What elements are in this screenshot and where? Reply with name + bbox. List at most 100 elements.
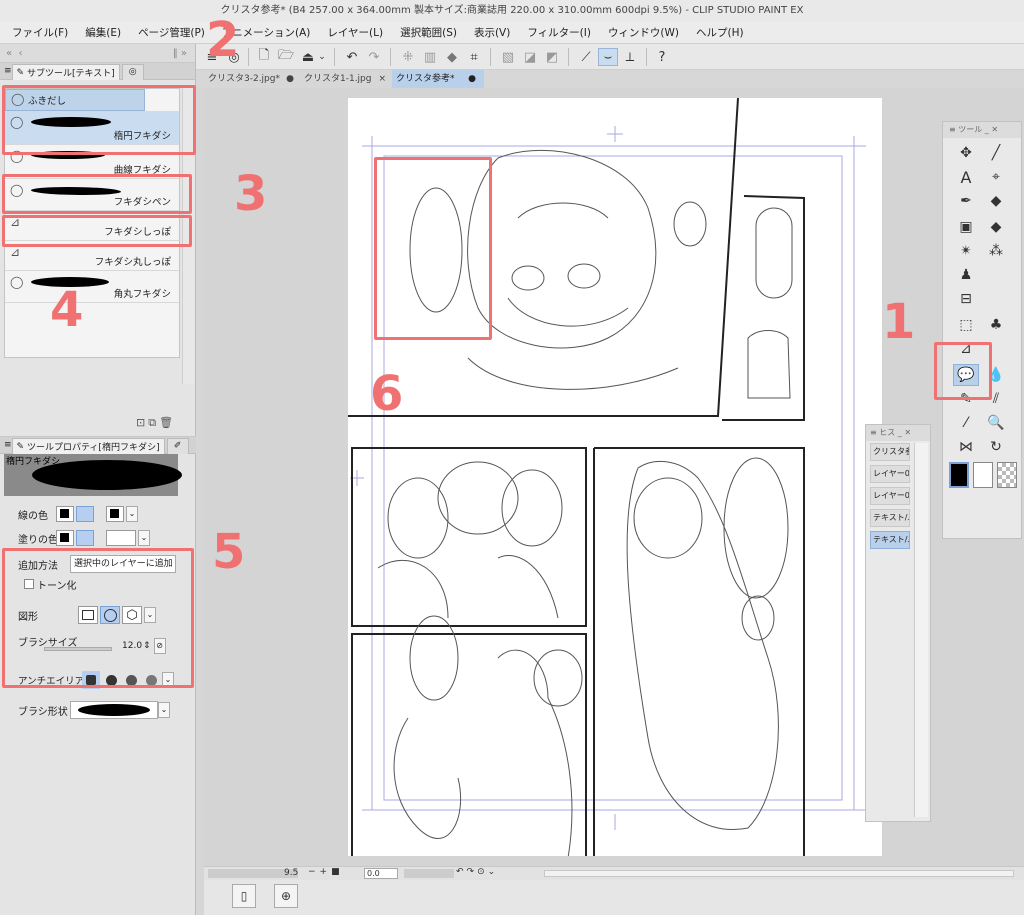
decoration-icon[interactable]: ♣ xyxy=(983,314,1009,336)
undo-icon[interactable]: ↶ xyxy=(342,48,362,66)
blend-icon[interactable]: ⁂ xyxy=(983,240,1009,262)
doc-tab-3[interactable]: クリスタ参考* ● xyxy=(392,70,484,88)
chevron-left-icon[interactable]: ‹ xyxy=(18,48,22,59)
reset-rotation-icon[interactable]: ⊙ xyxy=(477,867,488,877)
chevron-down-icon[interactable]: ⌄ xyxy=(138,530,150,546)
main-color-swatch[interactable] xyxy=(56,530,74,546)
line-icon[interactable]: ╱ xyxy=(983,142,1009,164)
add-method-select[interactable]: 選択中のレイヤーに追加 xyxy=(70,555,176,573)
panel-collapse-bar[interactable]: « ‹ ‖ » xyxy=(0,44,195,62)
menu-icon[interactable]: ≡ xyxy=(4,440,12,450)
gradient-icon[interactable]: ▣ xyxy=(953,216,979,238)
redo-icon[interactable]: ↷ xyxy=(364,48,384,66)
modified-dot-icon[interactable]: ● xyxy=(286,70,294,88)
polygon-shape-button[interactable]: ⬡ xyxy=(122,606,142,624)
menu-layer[interactable]: レイヤー(L) xyxy=(327,25,383,40)
move-icon[interactable]: ✥ xyxy=(953,142,979,164)
chevron-down-icon[interactable]: ⌄ xyxy=(162,672,174,688)
layer-property-icon[interactable]: ◩ xyxy=(542,48,562,66)
sub-color-chip[interactable] xyxy=(973,462,993,488)
doc-tab-1[interactable]: クリスタ3-2.jpg* ● xyxy=(204,70,300,88)
user-color-swatch[interactable] xyxy=(106,530,136,546)
select-rect-icon[interactable]: ⬚ xyxy=(953,314,979,336)
menu-icon[interactable]: ≡ xyxy=(4,66,12,76)
brush-icon[interactable]: ✎ xyxy=(953,388,979,410)
close-icon[interactable]: × xyxy=(378,70,386,88)
antialias-mid-button[interactable] xyxy=(122,671,140,689)
fit-icon[interactable]: ■ xyxy=(331,867,344,877)
blur-icon[interactable]: 💧 xyxy=(983,364,1009,386)
subtool-item-rounded-balloon[interactable]: ◯ 角丸フキダシ xyxy=(5,271,179,303)
chevron-down-icon[interactable]: ⌄ xyxy=(316,48,328,66)
zoom-in-icon[interactable]: + xyxy=(320,867,332,877)
antialias-none-button[interactable] xyxy=(82,671,100,689)
pen-icon[interactable]: ✒ xyxy=(953,190,979,212)
grip-icon[interactable]: ‖ » xyxy=(173,48,187,59)
antialias-strong-button[interactable] xyxy=(142,671,160,689)
manga-page[interactable] xyxy=(348,98,882,856)
chevron-down-icon[interactable]: ⌄ xyxy=(144,607,156,623)
subtool-item-ellipse-balloon[interactable]: ◯ 楕円フキダシ xyxy=(5,111,179,145)
antialias-weak-button[interactable] xyxy=(102,671,120,689)
eyedropper-icon[interactable]: ⁄ xyxy=(953,412,979,434)
airbrush-icon[interactable]: ⫽ xyxy=(983,388,1009,410)
tone-checkbox[interactable] xyxy=(24,579,34,589)
menu-file[interactable]: ファイル(F) xyxy=(12,25,68,40)
zoom-icon[interactable]: 🔍 xyxy=(983,412,1009,434)
tab-tool-property[interactable]: ✎ ツールプロパティ[楕円フキダシ] xyxy=(11,438,165,454)
layer-scrollbar[interactable] xyxy=(914,443,928,817)
rectangle-shape-button[interactable] xyxy=(78,606,98,624)
rotation-value[interactable]: 0.0 xyxy=(364,868,398,879)
subtool-item-balloon-tail[interactable]: ⊿ フキダシしっぽ xyxy=(5,211,179,241)
new-file-icon[interactable]: 🗋 xyxy=(254,48,274,66)
text-icon[interactable]: A xyxy=(953,166,979,188)
chevron-down-icon[interactable]: ⌄ xyxy=(126,506,138,522)
layer-item-selected[interactable]: テキスト/ふ xyxy=(870,531,910,549)
ellipse-shape-button[interactable] xyxy=(100,606,120,624)
trash-icon[interactable]: 🗑 xyxy=(159,416,176,429)
figure-icon[interactable]: ♟ xyxy=(953,264,979,286)
menu-filter[interactable]: フィルター(I) xyxy=(527,25,591,40)
layer-item[interactable]: クリスタ参考 xyxy=(870,443,910,461)
modified-dot-icon[interactable]: ● xyxy=(468,70,476,88)
duplicate-icon[interactable]: ⧉ xyxy=(148,416,159,429)
crop-icon[interactable]: ▧ xyxy=(498,48,518,66)
subtool-item-balloon-pen[interactable]: ◯ フキダシペン xyxy=(5,179,179,211)
stepper-icon[interactable]: ⇕ xyxy=(143,641,151,651)
tab-other[interactable]: ◎ xyxy=(121,64,144,80)
clear-selection-icon[interactable]: ⁜ xyxy=(398,48,418,66)
save-icon[interactable]: ⏏ xyxy=(298,48,318,66)
chevron-down-icon[interactable]: ⌄ xyxy=(488,867,499,877)
menu-window[interactable]: ウィンドウ(W) xyxy=(608,25,679,40)
sub-color-swatch[interactable] xyxy=(76,506,94,522)
zoom-out-icon[interactable]: − xyxy=(308,867,320,877)
main-color-chip[interactable] xyxy=(949,462,969,488)
sub-color-swatch[interactable] xyxy=(76,530,94,546)
doc-tab-2[interactable]: クリスタ1-1.jpg × xyxy=(300,70,392,88)
subtool-scrollbar[interactable] xyxy=(182,88,194,384)
collapse-icon[interactable]: « xyxy=(6,48,12,59)
subtool-item-round-tail[interactable]: ⊿ フキダシ丸しっぽ xyxy=(5,241,179,271)
transparent-color-chip[interactable] xyxy=(997,462,1017,488)
magic-wand-icon[interactable]: ✴ xyxy=(953,240,979,262)
snap-special-ruler-icon[interactable]: ⌣ xyxy=(598,48,618,66)
brush-size-value[interactable]: 12.0 xyxy=(122,641,142,651)
tab-brush-detail[interactable]: ✐ xyxy=(166,438,189,454)
object-select-icon[interactable]: ⌖ xyxy=(983,166,1009,188)
export-icon[interactable]: ⊡ xyxy=(136,416,148,429)
fill-selection-icon[interactable]: ◆ xyxy=(442,48,462,66)
chevron-down-icon[interactable]: ⌄ xyxy=(158,702,170,718)
main-color-swatch[interactable] xyxy=(56,506,74,522)
rotation-slider[interactable] xyxy=(404,869,454,878)
menu-help[interactable]: ヘルプ(H) xyxy=(696,25,744,40)
snap-grid-icon[interactable]: ⟂ xyxy=(620,48,640,66)
eraser-icon[interactable]: ◆ xyxy=(983,216,1009,238)
mask-icon[interactable]: ◪ xyxy=(520,48,540,66)
transform-icon[interactable]: ⌗ xyxy=(464,48,484,66)
fill-bucket-icon[interactable]: ◆ xyxy=(983,190,1009,212)
frame-icon[interactable]: ⊟ xyxy=(953,288,979,310)
erase-outside-icon[interactable]: ▥ xyxy=(420,48,440,66)
menu-view[interactable]: 表示(V) xyxy=(474,25,510,40)
navigator-icon[interactable]: ⊕ xyxy=(274,884,298,908)
user-color-swatch[interactable] xyxy=(106,506,124,522)
